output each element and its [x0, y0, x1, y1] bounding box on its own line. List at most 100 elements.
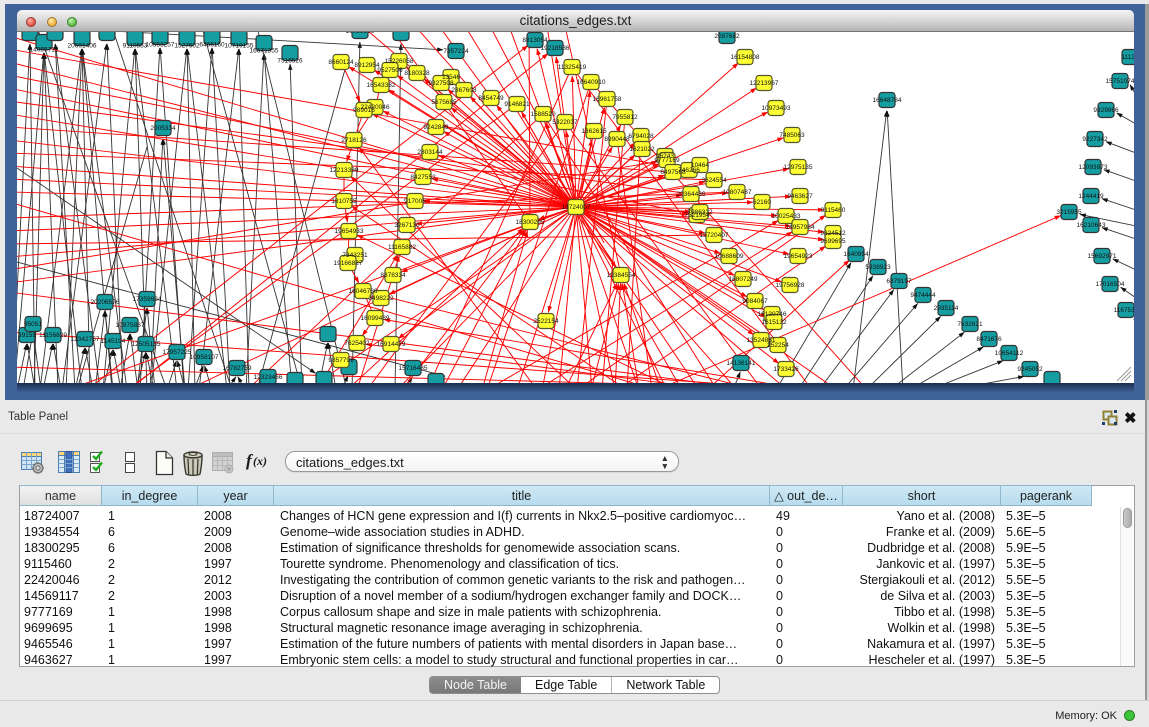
svg-text:95051: 95051	[24, 321, 42, 328]
svg-text:7515526: 7515526	[277, 58, 303, 65]
svg-text:1615132: 1615132	[761, 319, 787, 326]
svg-text:16961758: 16961758	[593, 96, 622, 103]
svg-text:10688609: 10688609	[715, 253, 744, 260]
svg-text:9824512: 9824512	[820, 230, 846, 237]
svg-text:9327508: 9327508	[428, 80, 454, 87]
svg-text:1733426: 1733426	[773, 366, 799, 373]
svg-text:14957984: 14957984	[786, 224, 815, 231]
svg-text:7986322: 7986322	[687, 209, 713, 216]
svg-text:7632621: 7632621	[957, 321, 983, 328]
svg-text:12213967: 12213967	[750, 80, 779, 87]
svg-text:2718126: 2718126	[341, 137, 367, 144]
svg-text:16154808: 16154808	[731, 54, 760, 61]
svg-text:15226058: 15226058	[385, 58, 414, 65]
svg-text:10975887: 10975887	[116, 322, 145, 329]
svg-text:2005334: 2005334	[150, 125, 176, 132]
svg-text:9527506: 9527506	[377, 67, 403, 74]
svg-text:12093873: 12093873	[1079, 164, 1108, 171]
svg-text:10973493: 10973493	[762, 105, 791, 112]
svg-text:1621022: 1621022	[629, 146, 655, 153]
svg-text:9463627: 9463627	[787, 193, 813, 200]
svg-text:18724007: 18724007	[562, 204, 591, 211]
svg-text:8471676: 8471676	[976, 336, 1002, 343]
svg-text:12213389: 12213389	[330, 167, 359, 174]
svg-text:11156829: 11156829	[39, 332, 67, 339]
svg-text:7485063: 7485063	[779, 132, 805, 139]
svg-text:1167533: 1167533	[1114, 307, 1134, 314]
svg-text:20364436: 20364436	[677, 191, 706, 198]
svg-text:9777169: 9777169	[654, 157, 680, 164]
svg-text:16099489: 16099489	[361, 315, 390, 322]
svg-text:8878334: 8878334	[380, 272, 406, 279]
svg-text:20691406: 20691406	[68, 43, 97, 50]
svg-text:8912954: 8912954	[354, 62, 380, 69]
svg-text:7357224: 7357224	[443, 48, 469, 55]
svg-text:10807487: 10807487	[723, 189, 752, 196]
svg-text:8427552: 8427552	[410, 174, 436, 181]
svg-text:15720407: 15720407	[700, 232, 729, 239]
svg-text:9084067: 9084067	[742, 298, 768, 305]
svg-text:3267130: 3267130	[394, 222, 420, 229]
svg-text:1145194: 1145194	[101, 338, 126, 345]
svg-text:3498222: 3498222	[368, 295, 394, 302]
svg-text:9227342: 9227342	[1082, 136, 1108, 143]
svg-text:19756928: 19756928	[776, 282, 805, 289]
svg-text:2935114: 2935114	[934, 305, 959, 312]
svg-text:16046786: 16046786	[349, 288, 378, 295]
svg-text:14136141: 14136141	[727, 360, 756, 367]
svg-text:5322037: 5322037	[552, 119, 578, 126]
svg-text:7955812: 7955812	[612, 114, 638, 121]
svg-text:1362615: 1362615	[581, 128, 607, 135]
svg-text:8990448: 8990448	[604, 136, 630, 143]
svg-text:16914479: 16914479	[377, 341, 406, 348]
svg-text:3624554: 3624554	[701, 177, 727, 184]
svg-text:6794028: 6794028	[628, 133, 654, 140]
svg-text:2803144: 2803144	[417, 149, 443, 156]
svg-text:1527602: 1527602	[174, 43, 200, 50]
svg-text:9115460: 9115460	[821, 207, 846, 214]
svg-text:11325419: 11325419	[558, 64, 587, 71]
svg-text:16671355: 16671355	[250, 48, 279, 55]
svg-text:19654923: 19654923	[784, 253, 813, 260]
svg-text:16782759: 16782759	[223, 365, 252, 372]
svg-text:10653257: 10653257	[146, 42, 175, 49]
svg-text:16033809: 16033809	[346, 32, 375, 35]
svg-text:9699695: 9699695	[820, 238, 846, 245]
svg-text:9110553: 9110553	[123, 43, 148, 50]
svg-text:8180328: 8180328	[404, 70, 430, 77]
svg-text:252254: 252254	[767, 342, 789, 349]
svg-text:1588520: 1588520	[530, 111, 556, 118]
svg-text:12975135: 12975135	[784, 164, 813, 171]
svg-text:20206576: 20206576	[91, 299, 120, 306]
svg-text:5938923: 5938923	[865, 264, 891, 271]
svg-text:989015: 989015	[353, 107, 375, 114]
svg-text:6466160: 6466160	[199, 42, 225, 49]
svg-text:1640954: 1640954	[843, 251, 869, 258]
svg-text:12342757: 12342757	[71, 336, 100, 343]
svg-text:7625402: 7625402	[344, 340, 370, 347]
svg-text:12505135: 12505135	[132, 341, 161, 348]
svg-text:(x): (x)	[253, 454, 267, 468]
svg-text:16210643: 16210643	[1077, 222, 1106, 229]
svg-text:11125: 11125	[1121, 54, 1134, 61]
svg-text:2367608: 2367608	[451, 87, 477, 94]
svg-text:10654112: 10654112	[995, 350, 1024, 357]
svg-text:9245052: 9245052	[1017, 366, 1043, 373]
svg-text:8454749: 8454749	[478, 95, 504, 102]
svg-text:19384554: 19384554	[607, 272, 636, 279]
svg-text:15716485: 15716485	[399, 365, 428, 372]
svg-text:6879197: 6879197	[886, 278, 912, 285]
svg-text:15692971: 15692971	[1088, 253, 1117, 260]
svg-text:2087682: 2087682	[714, 33, 740, 40]
svg-text:5675685: 5675685	[431, 99, 457, 106]
svg-text:1244419: 1244419	[1078, 193, 1104, 200]
svg-text:14055712: 14055712	[30, 47, 59, 54]
svg-text:12323466: 12323466	[254, 374, 283, 381]
svg-text:9242848: 9242848	[423, 124, 449, 131]
svg-text:17957225: 17957225	[163, 349, 192, 356]
svg-text:17016504: 17016504	[1096, 281, 1125, 288]
svg-text:917006: 917006	[404, 198, 426, 205]
svg-text:7343251: 7343251	[342, 252, 368, 259]
svg-text:9474444: 9474444	[910, 292, 936, 299]
svg-text:16648784: 16648784	[873, 97, 902, 104]
